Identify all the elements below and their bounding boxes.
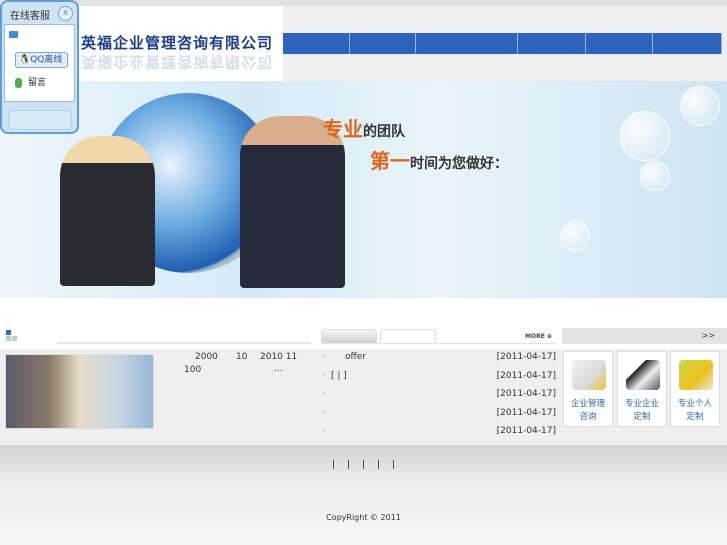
bubble	[560, 221, 590, 251]
services-more-link[interactable]: >>	[702, 331, 715, 340]
notebook-icon	[626, 360, 660, 390]
online-support-panel: 在线客服 x 🐧QQ离线 留言	[0, 0, 79, 134]
support-body: 🐧QQ离线 留言	[4, 24, 75, 102]
hero-banner: 专业的团队 第一时间为您做好：	[0, 81, 727, 298]
footer-link[interactable]: |	[392, 460, 395, 470]
news-list: · offer [2011-04-17] ·[ | ] [2011-04-17] ·[…	[323, 350, 557, 443]
folder-icon	[9, 31, 18, 38]
nav-item-3[interactable]	[416, 33, 518, 54]
company-name-reflection: 英福企业管理咨询有限公司	[81, 53, 274, 71]
bubble	[640, 161, 670, 191]
section-divider	[57, 342, 311, 344]
service-card-management-consulting[interactable]: 企业管理 咨询	[563, 351, 613, 427]
service-card-enterprise-custom[interactable]: 专业企业 定制	[617, 351, 667, 427]
nav-item-4[interactable]	[518, 33, 586, 54]
section-icon	[6, 330, 17, 341]
footer-link[interactable]: |	[347, 460, 350, 470]
logo[interactable]: 英福企业管理咨询有限公司 英福企业管理咨询有限公司	[79, 6, 283, 81]
tab-divider	[321, 343, 557, 344]
news-item[interactable]: · [2011-04-17]	[323, 387, 557, 406]
support-title: 在线客服	[10, 11, 50, 22]
bubble	[680, 86, 720, 126]
leave-message-link[interactable]: 留言	[15, 75, 46, 88]
news-item[interactable]: · offer [2011-04-17]	[323, 350, 557, 369]
news-item[interactable]: ·[ | ] [2011-04-17]	[323, 369, 557, 388]
meeting-photo	[5, 354, 154, 429]
support-footer	[8, 110, 72, 130]
company-name: 英福企业管理咨询有限公司	[81, 34, 274, 52]
footer-link[interactable]: |	[362, 460, 365, 470]
nav-item-5[interactable]	[586, 33, 653, 54]
news-item[interactable]: · [2011-04-17]	[323, 406, 557, 425]
bubble	[620, 111, 670, 161]
news-more-link[interactable]: MORE ⊕	[525, 333, 552, 340]
coins-icon	[679, 360, 713, 390]
user-icon	[15, 77, 22, 88]
news-item[interactable]: · [2011-04-17]	[323, 424, 557, 443]
tab-news-2[interactable]	[380, 329, 436, 344]
tab-news-1[interactable]	[321, 329, 377, 344]
footer-links: | | | | |	[0, 460, 727, 470]
slogan-line-2: 第一时间为您做好：	[370, 149, 508, 173]
footer-link[interactable]: |	[377, 460, 380, 470]
qq-button[interactable]: 🐧QQ离线	[15, 52, 68, 68]
nav-item-6[interactable]	[653, 33, 722, 54]
main-nav	[283, 33, 722, 54]
slogan-line-1: 专业的团队	[323, 117, 405, 141]
services-header: >>	[562, 328, 727, 344]
nav-item-2[interactable]	[350, 33, 416, 54]
footer-link[interactable]: |	[332, 460, 335, 470]
copyright: CopyRight © 2011	[326, 513, 401, 522]
document-pen-icon	[572, 360, 606, 390]
close-icon[interactable]: x	[58, 6, 73, 21]
nav-item-1[interactable]	[283, 33, 350, 54]
businesswoman-image	[60, 136, 155, 286]
service-card-personal-custom[interactable]: 专业个人 定制	[670, 351, 720, 427]
